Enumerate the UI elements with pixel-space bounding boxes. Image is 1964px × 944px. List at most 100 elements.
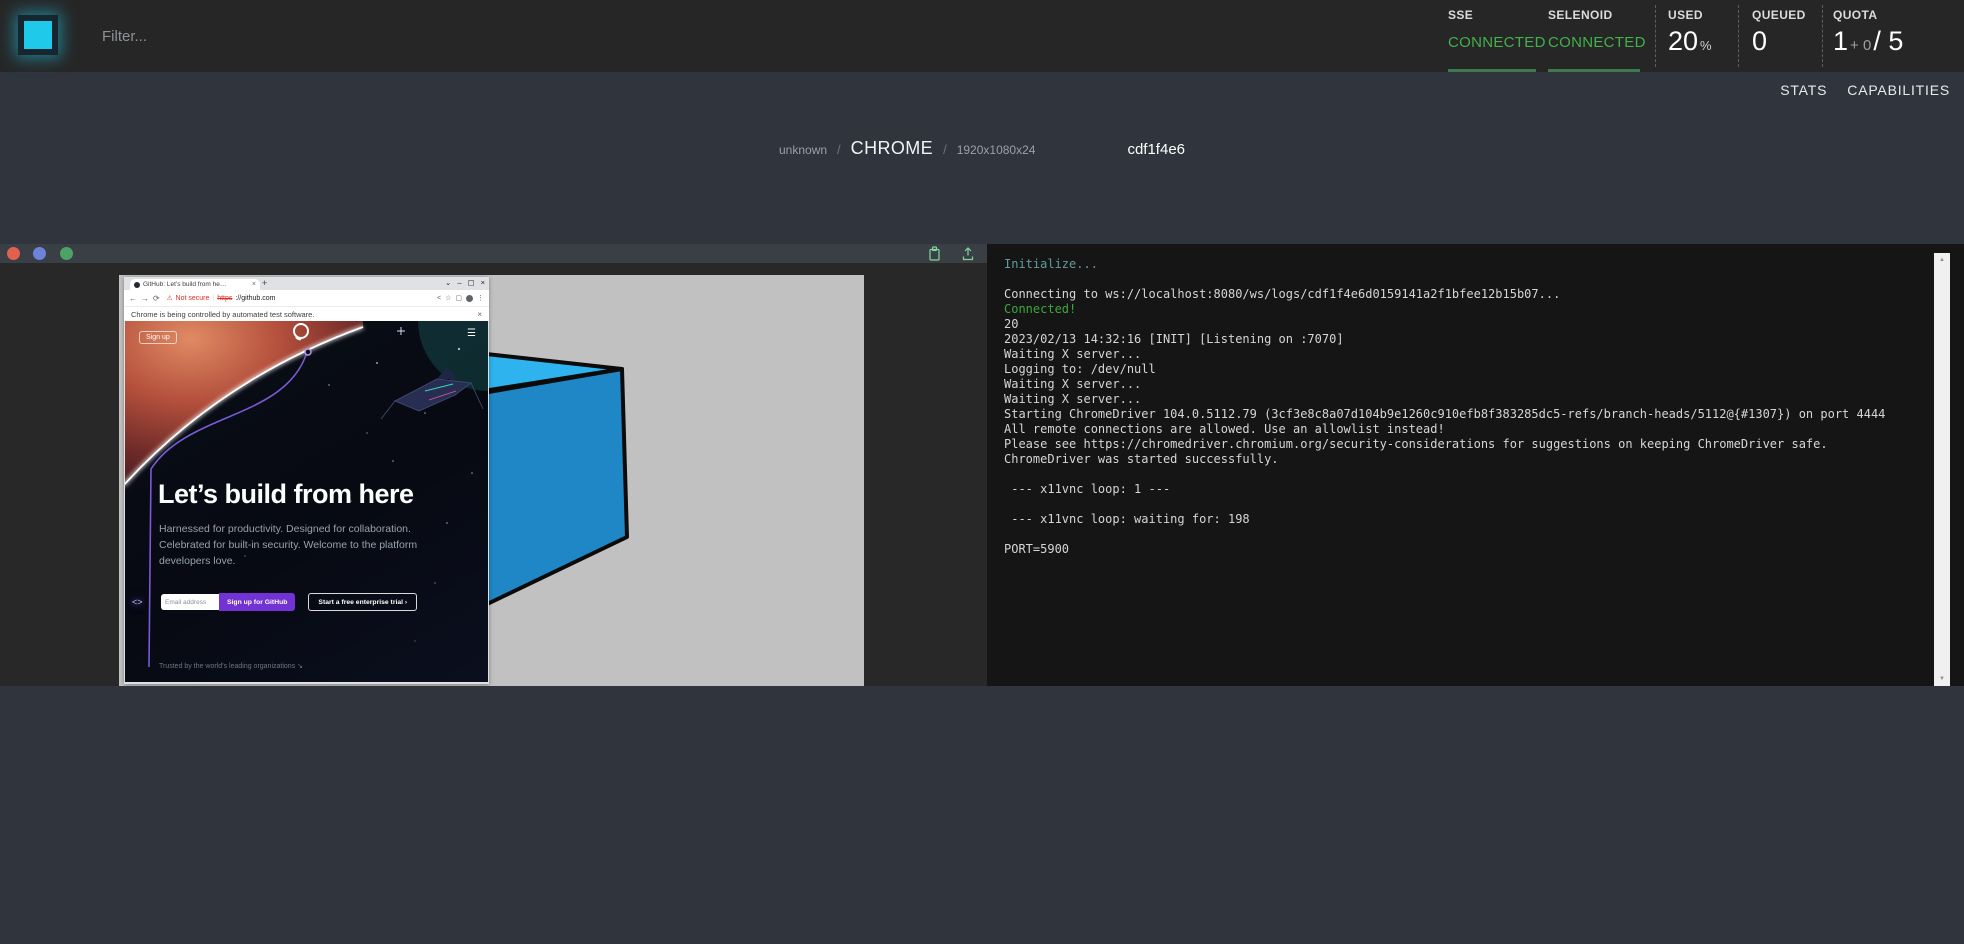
browser-tab-strip: GitHub: Let’s build from he… × + ⌄ – ▢ × bbox=[124, 277, 489, 290]
app-logo-icon[interactable] bbox=[18, 15, 58, 55]
log-line: Waiting X server... bbox=[1004, 392, 1947, 407]
scroll-up-icon[interactable]: ▲ bbox=[1934, 257, 1950, 263]
kebab-menu-icon[interactable]: ⋮ bbox=[477, 294, 484, 302]
toolbar-actions: < ☆ ▢ ⋮ bbox=[437, 294, 484, 302]
github-favicon-icon bbox=[134, 282, 140, 288]
window-minimize-icon[interactable]: – bbox=[457, 278, 461, 287]
used-value: 20 bbox=[1668, 26, 1698, 56]
tab-stats[interactable]: STATS bbox=[1780, 82, 1827, 98]
share-icon[interactable]: < bbox=[437, 295, 441, 302]
divider bbox=[1738, 5, 1739, 67]
reload-icon[interactable]: ⟳ bbox=[153, 294, 160, 303]
signup-for-github-button[interactable]: Sign up for GitHub bbox=[219, 593, 295, 611]
vnc-toolbar bbox=[0, 244, 987, 263]
top-bar: SSE CONNECTED SELENOID CONNECTED USED 20… bbox=[0, 0, 1964, 72]
indicator-quota: QUOTA 1+ 0/ 5 bbox=[1833, 0, 1903, 72]
log-line bbox=[1004, 467, 1947, 482]
log-line: All remote connections are allowed. Use … bbox=[1004, 422, 1947, 437]
copy-icon[interactable] bbox=[928, 246, 941, 266]
separator: / bbox=[943, 142, 947, 157]
remote-browser-window[interactable]: GitHub: Let’s build from he… × + ⌄ – ▢ ×… bbox=[124, 277, 489, 684]
log-line: ChromeDriver was started successfully. bbox=[1004, 452, 1947, 467]
code-glyph-icon: <> bbox=[132, 597, 143, 607]
quota-pending: + 0 bbox=[1850, 37, 1871, 54]
url-scheme: https bbox=[217, 295, 232, 302]
log-line: Logging to: /dev/null bbox=[1004, 362, 1947, 377]
window-maximize-icon[interactable]: ▢ bbox=[468, 278, 475, 287]
session-log-panel: Initialize... Connecting to ws://localho… bbox=[987, 244, 1964, 686]
session-browser: CHROME bbox=[851, 138, 933, 159]
log-line: 20 bbox=[1004, 317, 1947, 332]
window-controls: ⌄ – ▢ × bbox=[445, 278, 485, 287]
used-label: USED bbox=[1668, 0, 1712, 22]
vnc-screen[interactable]: GitHub: Let’s build from he… × + ⌄ – ▢ ×… bbox=[119, 275, 864, 686]
log-line bbox=[1004, 527, 1947, 542]
sse-status-underline bbox=[1448, 69, 1536, 72]
github-cta-row: Sign up for GitHub Start a free enterpri… bbox=[161, 593, 417, 611]
not-secure-warning-icon: ⚠ bbox=[167, 294, 173, 302]
sse-label: SSE bbox=[1448, 0, 1546, 22]
traffic-light-green-button[interactable] bbox=[60, 247, 73, 260]
window-close-icon[interactable]: × bbox=[481, 278, 485, 287]
selenoid-status-underline bbox=[1548, 69, 1640, 72]
log-line: Connecting to ws://localhost:8080/ws/log… bbox=[1004, 287, 1947, 302]
bookmark-star-icon[interactable]: ☆ bbox=[445, 294, 451, 302]
session-resolution: 1920x1080x24 bbox=[957, 143, 1036, 157]
tab-title: GitHub: Let’s build from he… bbox=[143, 281, 249, 288]
queued-value: 0 bbox=[1752, 26, 1806, 57]
forward-icon[interactable]: → bbox=[141, 294, 149, 303]
tab-close-icon[interactable]: × bbox=[252, 281, 256, 288]
indicator-queued: QUEUED 0 bbox=[1752, 0, 1806, 72]
traffic-light-blue-button[interactable] bbox=[33, 247, 46, 260]
log-line: Waiting X server... bbox=[1004, 377, 1947, 392]
github-heading: Let’s build from here bbox=[158, 479, 414, 510]
automation-notice: Chrome is being controlled by automated … bbox=[131, 310, 314, 319]
window-menu-icon[interactable]: ⌄ bbox=[445, 278, 451, 287]
session-header[interactable]: unknown / CHROME / 1920x1080x24 cdf1f4e6 bbox=[0, 138, 1964, 159]
not-secure-label: Not secure bbox=[176, 295, 210, 302]
divider: | bbox=[212, 295, 214, 302]
log-line: Connected! bbox=[1004, 302, 1947, 317]
log-line: Waiting X server... bbox=[1004, 347, 1947, 362]
session-id: cdf1f4e6 bbox=[1127, 141, 1185, 158]
log-output: Initialize... Connecting to ws://localho… bbox=[987, 244, 1964, 570]
new-tab-button[interactable]: + bbox=[262, 278, 267, 288]
used-unit: % bbox=[1700, 38, 1712, 53]
nav-tabs: STATS CAPABILITIES bbox=[1780, 72, 1950, 108]
quota-used: 1 bbox=[1833, 26, 1848, 56]
infobar-close-icon[interactable]: × bbox=[477, 310, 482, 319]
indicator-used: USED 20% bbox=[1668, 0, 1712, 72]
divider bbox=[1655, 5, 1656, 67]
avatar[interactable] bbox=[466, 295, 473, 302]
github-signup-button[interactable]: Sign up bbox=[139, 331, 177, 344]
browser-tab[interactable]: GitHub: Let’s build from he… × bbox=[130, 279, 260, 290]
hamburger-icon[interactable]: ☰ bbox=[467, 328, 476, 339]
upload-icon[interactable] bbox=[961, 246, 975, 266]
email-field[interactable] bbox=[161, 594, 219, 610]
separator: / bbox=[837, 142, 841, 157]
queued-label: QUEUED bbox=[1752, 0, 1806, 22]
quota-label: QUOTA bbox=[1833, 0, 1903, 22]
log-scrollbar[interactable]: ▲ ▼ bbox=[1934, 253, 1950, 686]
enterprise-trial-button[interactable]: Start a free enterprise trial › bbox=[308, 593, 417, 611]
selenoid-label: SELENOID bbox=[1548, 0, 1646, 22]
vnc-panel: GitHub: Let’s build from he… × + ⌄ – ▢ ×… bbox=[0, 244, 987, 686]
selenoid-status: CONNECTED bbox=[1548, 34, 1646, 51]
extensions-icon[interactable]: ▢ bbox=[455, 294, 462, 302]
back-icon[interactable]: ← bbox=[129, 294, 137, 303]
selenoid-ui: SSE CONNECTED SELENOID CONNECTED USED 20… bbox=[0, 0, 1964, 944]
sse-status: CONNECTED bbox=[1448, 34, 1546, 51]
log-line: --- x11vnc loop: waiting for: 198 bbox=[1004, 512, 1947, 527]
github-hero-page: Sign up ☰ Let’s build from here Harnesse… bbox=[125, 321, 488, 682]
scroll-down-icon[interactable]: ▼ bbox=[1934, 676, 1950, 682]
log-line bbox=[1004, 272, 1947, 287]
github-subheading: Harnessed for productivity. Designed for… bbox=[159, 521, 457, 569]
log-line: Please see https://chromedriver.chromium… bbox=[1004, 437, 1947, 452]
tab-capabilities[interactable]: CAPABILITIES bbox=[1847, 82, 1950, 98]
traffic-light-red-button[interactable] bbox=[7, 247, 20, 260]
address-bar[interactable]: ⚠ Not secure | https ://github.com bbox=[164, 294, 433, 302]
divider bbox=[1822, 5, 1823, 67]
filter-input[interactable] bbox=[100, 18, 524, 54]
log-line bbox=[1004, 497, 1947, 512]
automation-infobar: Chrome is being controlled by automated … bbox=[124, 307, 489, 322]
